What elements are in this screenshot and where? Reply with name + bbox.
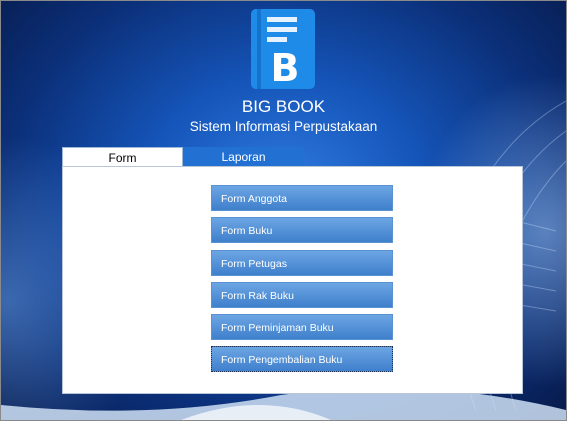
form-pengembalian-buku-button[interactable]: Form Pengembalian Buku (211, 346, 393, 372)
app-window: B BIG BOOK Sistem Informasi Perpustakaan… (0, 0, 567, 421)
logo-letter: B (271, 46, 300, 90)
app-title: BIG BOOK (241, 97, 326, 116)
book-icon: B (251, 9, 315, 90)
app-subtitle: Sistem Informasi Perpustakaan (189, 119, 378, 134)
form-peminjaman-buku-button[interactable]: Form Peminjaman Buku (211, 314, 393, 340)
form-petugas-button[interactable]: Form Petugas (211, 250, 393, 276)
form-anggota-button[interactable]: Form Anggota (211, 185, 393, 211)
tab-laporan[interactable]: Laporan (183, 147, 304, 167)
form-rak-buku-button[interactable]: Form Rak Buku (211, 282, 393, 308)
form-panel: Form Anggota Form Buku Form Petugas Form… (62, 166, 523, 394)
form-buku-button[interactable]: Form Buku (211, 217, 393, 243)
tab-form[interactable]: Form (62, 147, 183, 167)
